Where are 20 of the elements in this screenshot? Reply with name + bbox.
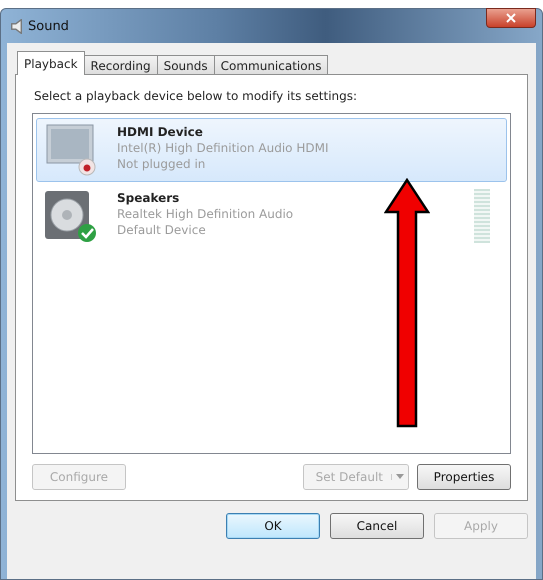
tab[interactable]: Playback <box>17 51 85 75</box>
device-driver: Intel(R) High Definition Audio HDMI <box>117 141 330 155</box>
window-title: Sound <box>28 18 69 34</box>
caret-icon <box>396 474 404 480</box>
speaker-icon <box>11 18 22 34</box>
device-name: Speakers <box>117 191 180 205</box>
dialog-button[interactable]: Cancel <box>330 513 424 539</box>
device-status: Default Device <box>117 223 207 237</box>
tab[interactable]: Recording <box>84 55 158 75</box>
device-item[interactable]: HDMI Device Intel(R) High Definition Audio HDMI Not plugged in <box>36 118 507 182</box>
dialog-button[interactable]: OK <box>226 513 320 539</box>
device-status: Not plugged in <box>117 157 206 171</box>
device-name: HDMI Device <box>117 125 204 139</box>
device-button[interactable]: Properties <box>417 464 511 490</box>
tab[interactable]: Communications <box>214 55 328 75</box>
tab[interactable]: Sounds <box>156 55 215 75</box>
device-driver: Realtek High Definition Audio <box>117 207 294 221</box>
close-button[interactable] <box>486 8 536 28</box>
instruction-text: Select a playback device below to modify its settings: <box>34 89 358 103</box>
close-icon <box>505 13 517 23</box>
